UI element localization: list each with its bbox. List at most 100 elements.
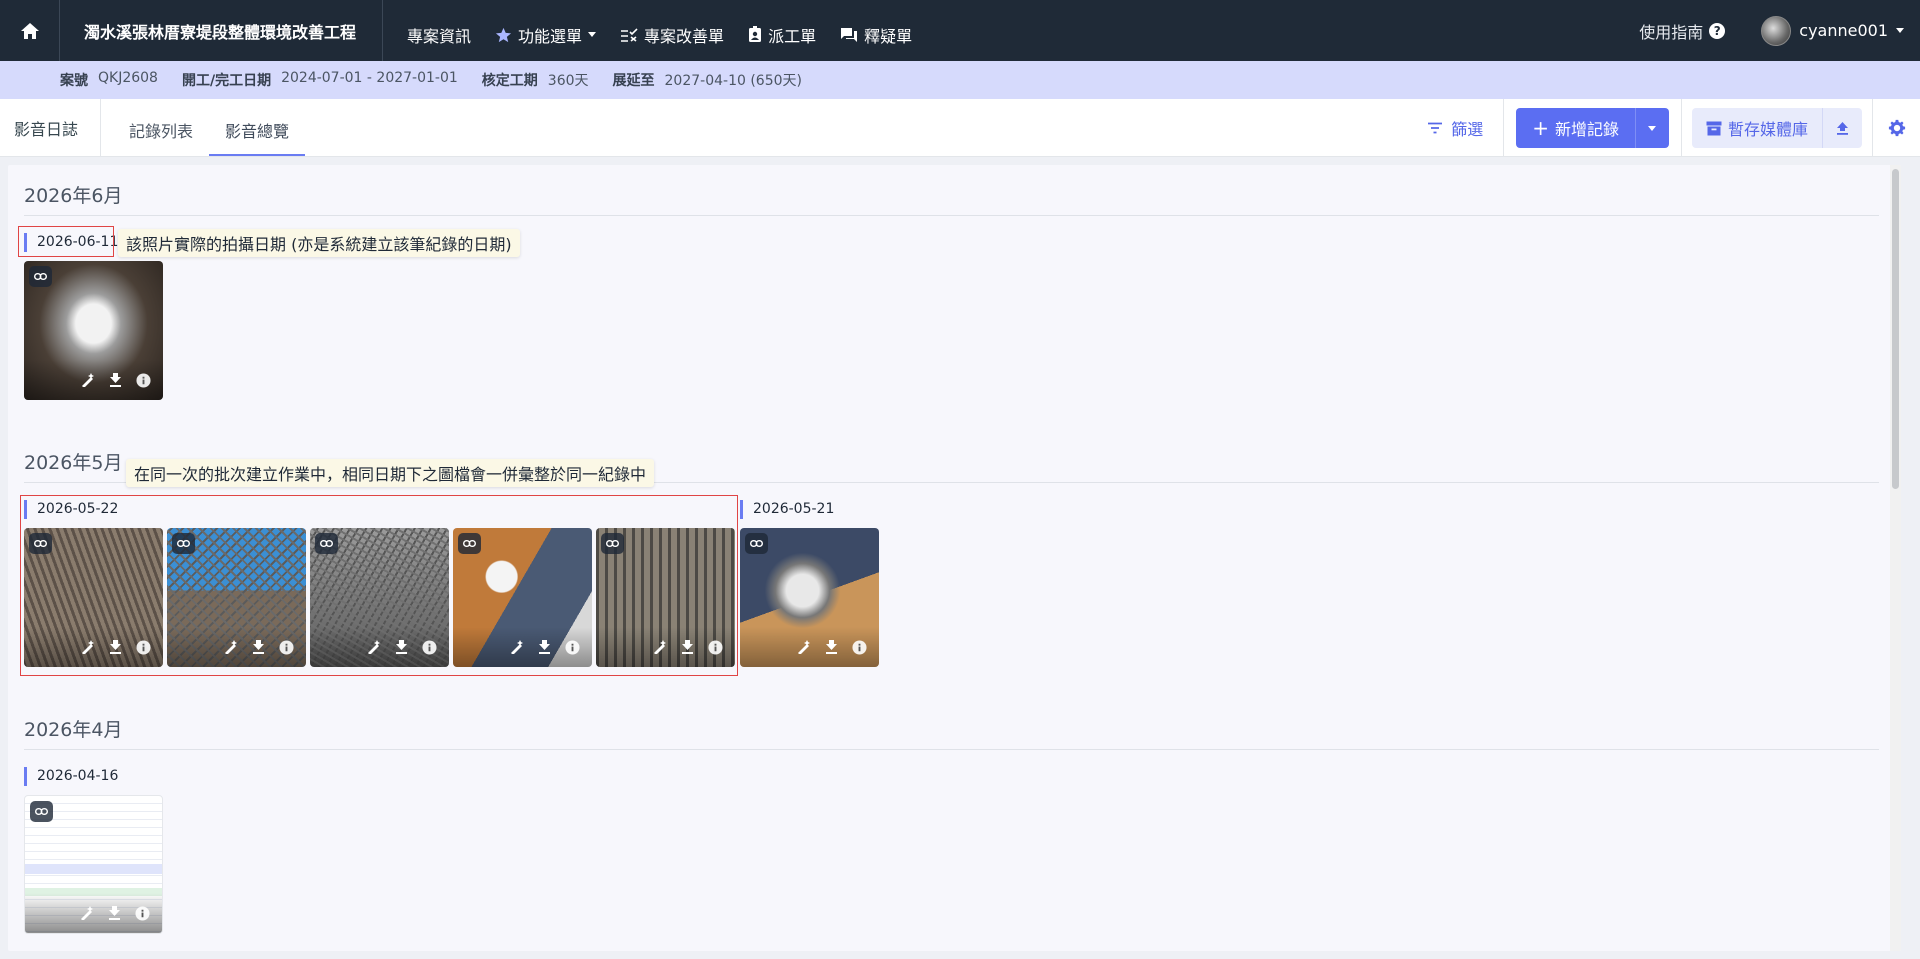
info-icon[interactable] (136, 639, 151, 655)
magic-edit-icon[interactable] (797, 640, 811, 654)
scrollbar-thumb[interactable] (1892, 169, 1899, 489)
download-icon[interactable] (395, 640, 408, 654)
annotation-box (18, 226, 114, 257)
nav-improvement[interactable]: 專案改善單 (608, 4, 736, 65)
link-icon[interactable] (745, 533, 768, 554)
archive-icon (1706, 121, 1722, 135)
media-gallery: 2026年6月 2026-06-11 該照片實際的拍攝日期 (亦是系統建立該筆紀… (8, 165, 1901, 951)
checklist-icon (621, 27, 638, 42)
project-title[interactable]: 濁水溪張林厝寮堤段整體環境改善工程 (60, 0, 384, 61)
info-icon[interactable] (708, 639, 723, 655)
thumbnail-actions (25, 893, 162, 933)
media-store-group: 暫存媒體庫 (1691, 108, 1862, 148)
download-icon[interactable] (109, 373, 122, 387)
month-heading: 2026年5月 (24, 452, 123, 474)
project-dates-key: 開工/完工日期 (181, 73, 272, 89)
annotation-callout: 在同一次的批次建立作業中，相同日期下之圖檔會一併彙整於同一紀錄中 (126, 459, 655, 487)
project-info-bar: 案號 QKJ2608 開工/完工日期 2024-07-01 - 2027-01-… (0, 61, 1920, 99)
info-icon[interactable] (135, 905, 150, 921)
date-label: 2026-05-22 (24, 500, 118, 519)
media-store-button[interactable]: 暫存媒體庫 (1692, 108, 1822, 148)
download-icon[interactable] (538, 640, 551, 654)
project-dates: 開工/完工日期 2024-07-01 - 2027-01-01 (182, 70, 458, 90)
tab-media-overview[interactable]: 影音總覽 (209, 105, 306, 156)
thumbnail-actions (453, 627, 592, 667)
nav-project-info[interactable]: 專案資訊 (395, 4, 483, 65)
extended-to: 展延至 2027-04-10 (650天) (613, 70, 802, 90)
thumbnail-actions (310, 627, 449, 667)
info-icon[interactable] (136, 372, 151, 388)
chat-icon (841, 27, 858, 42)
media-store-label: 暫存媒體庫 (1727, 120, 1808, 139)
date-label: 2026-04-16 (24, 767, 118, 786)
home-icon (20, 22, 39, 39)
thumbnail-actions (596, 627, 735, 667)
magic-edit-icon[interactable] (80, 906, 94, 920)
download-icon[interactable] (681, 640, 694, 654)
settings-button[interactable] (1872, 99, 1920, 157)
info-icon[interactable] (422, 639, 437, 655)
case-number-key: 案號 (60, 73, 88, 89)
nav-clarification-label: 釋疑單 (864, 26, 913, 46)
thumbnail-actions (167, 627, 306, 667)
nav-dispatch[interactable]: 派工單 (736, 4, 828, 65)
nav-dispatch-label: 派工單 (768, 26, 817, 46)
nav-function-menu-label: 功能選單 (518, 26, 583, 46)
download-icon[interactable] (108, 906, 121, 920)
upload-button[interactable] (1822, 108, 1862, 148)
link-icon[interactable] (30, 801, 53, 822)
nav-clarification[interactable]: 釋疑單 (828, 4, 924, 65)
upload-icon (1837, 122, 1848, 135)
scrollbar[interactable] (1890, 165, 1901, 951)
user-guide-link[interactable]: 使用指南 ? (1619, 19, 1745, 43)
download-icon[interactable] (252, 640, 265, 654)
info-icon[interactable] (565, 639, 580, 655)
magic-edit-icon[interactable] (224, 640, 238, 654)
add-record-dropdown[interactable] (1634, 108, 1669, 148)
tab-record-list[interactable]: 記錄列表 (113, 105, 209, 156)
case-number: 案號 QKJ2608 (60, 70, 158, 90)
info-icon[interactable] (852, 639, 867, 655)
photo-thumbnail[interactable] (596, 528, 735, 667)
photo-thumbnail[interactable] (453, 528, 592, 667)
nav-function-menu[interactable]: 功能選單 (483, 4, 608, 65)
user-guide-label: 使用指南 (1639, 22, 1704, 42)
photo-thumbnail[interactable] (24, 528, 163, 667)
link-icon[interactable] (29, 266, 52, 287)
nav-project-info-label: 專案資訊 (407, 26, 472, 46)
chevron-down-icon (588, 32, 597, 37)
magic-edit-icon[interactable] (81, 640, 95, 654)
add-record-button[interactable]: + 新增記錄 (1516, 108, 1635, 148)
link-icon[interactable] (315, 533, 338, 554)
link-icon[interactable] (458, 533, 481, 554)
info-icon[interactable] (279, 639, 294, 655)
download-icon[interactable] (109, 640, 122, 654)
photo-thumbnail[interactable] (24, 261, 163, 400)
month-heading: 2026年6月 (24, 185, 123, 207)
magic-edit-icon[interactable] (81, 373, 95, 387)
download-icon[interactable] (825, 640, 838, 654)
filter-button[interactable]: 篩選 (1407, 99, 1505, 157)
photo-thumbnail[interactable] (167, 528, 306, 667)
home-button[interactable] (0, 0, 60, 61)
document-thumbnail[interactable] (24, 795, 163, 934)
photo-thumbnail[interactable] (310, 528, 449, 667)
magic-edit-icon[interactable] (653, 640, 667, 654)
month-heading: 2026年4月 (24, 719, 123, 741)
annotation-callout: 該照片實際的拍攝日期 (亦是系統建立該筆紀錄的日期) (118, 229, 520, 257)
add-record-label: 新增記錄 (1554, 120, 1619, 139)
approved-period-value: 360天 (547, 73, 589, 89)
help-icon: ? (1709, 22, 1726, 39)
link-icon[interactable] (29, 533, 52, 554)
avatar (1761, 15, 1792, 46)
thumbnail-actions (24, 360, 163, 400)
link-icon[interactable] (601, 533, 624, 554)
user-menu[interactable]: cyanne001 (1745, 15, 1920, 46)
link-icon[interactable] (172, 533, 195, 554)
magic-edit-icon[interactable] (510, 640, 524, 654)
photo-thumbnail[interactable] (740, 528, 879, 667)
divider (24, 749, 1879, 750)
magic-edit-icon[interactable] (367, 640, 381, 654)
add-record-split-button: + 新增記錄 (1516, 108, 1669, 148)
nav-improvement-label: 專案改善單 (644, 26, 725, 46)
